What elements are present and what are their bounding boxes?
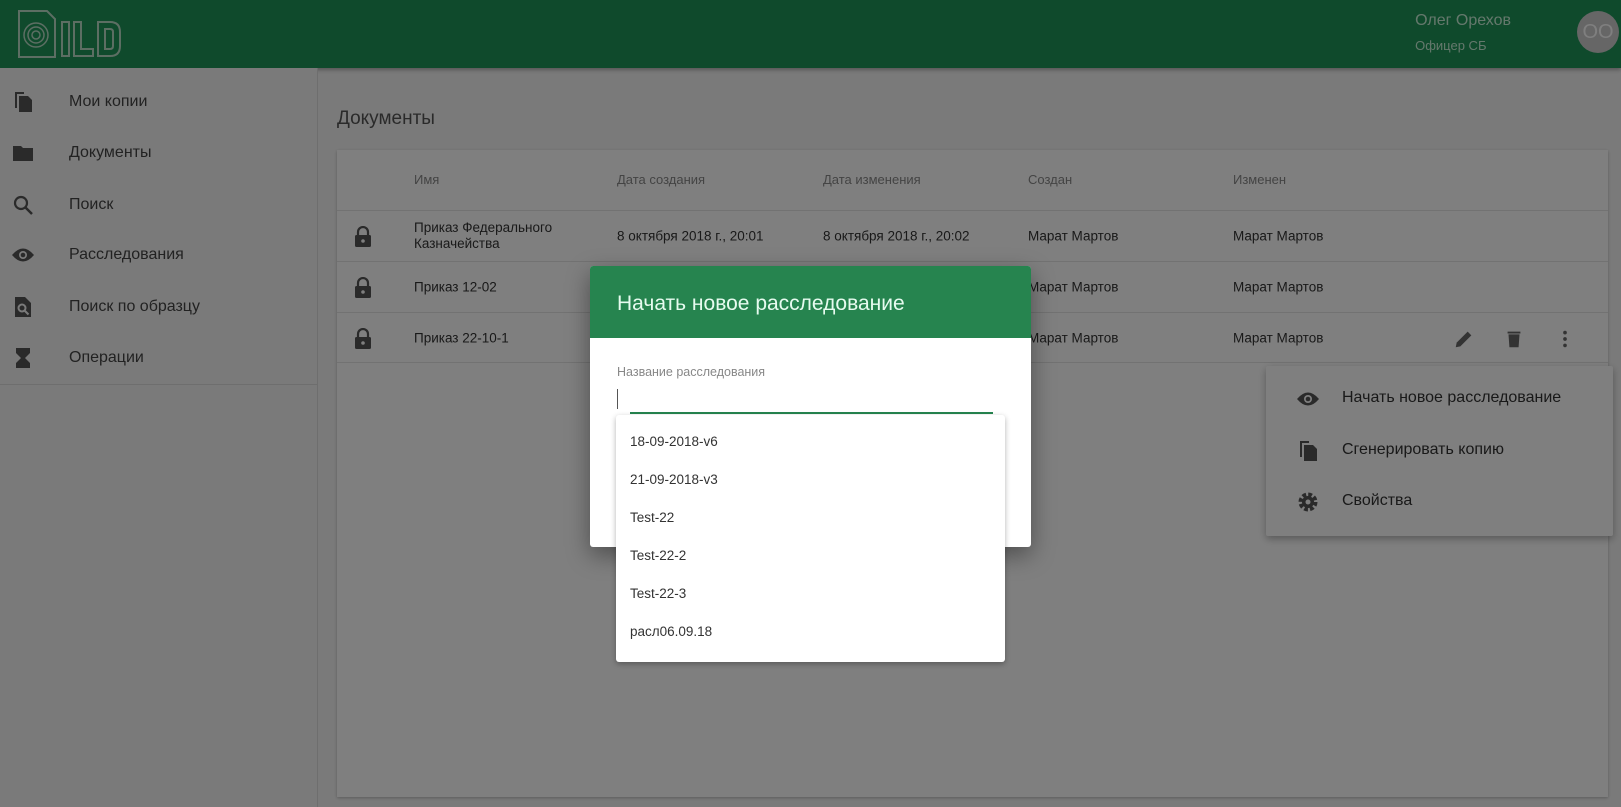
option-label: Test-22-3 [630, 586, 687, 601]
option-label: расл06.09.18 [630, 624, 713, 639]
text-caret [617, 389, 618, 409]
option-label: 21-09-2018-v3 [630, 472, 718, 487]
investigation-name-label: Название расследования [617, 365, 766, 379]
autocomplete-option[interactable]: Test-22-3 [616, 575, 1005, 613]
dialog-title: Начать новое расследование [590, 266, 1031, 338]
investigation-name-input[interactable] [617, 379, 993, 413]
option-label: 18-09-2018-v6 [630, 434, 718, 449]
autocomplete-option[interactable]: расл06.09.18 [616, 613, 1005, 651]
autocomplete-option[interactable]: Test-22-2 [616, 537, 1005, 575]
autocomplete-option[interactable]: Test-22 [616, 499, 1005, 537]
autocomplete-option[interactable]: 18-09-2018-v6 [616, 423, 1005, 461]
input-underline [630, 412, 993, 414]
option-label: Test-22-2 [630, 548, 687, 563]
option-label: Test-22 [630, 510, 675, 525]
autocomplete-option[interactable]: 21-09-2018-v3 [616, 461, 1005, 499]
autocomplete-dropdown: 18-09-2018-v6 21-09-2018-v3 Test-22 Test… [616, 415, 1005, 662]
